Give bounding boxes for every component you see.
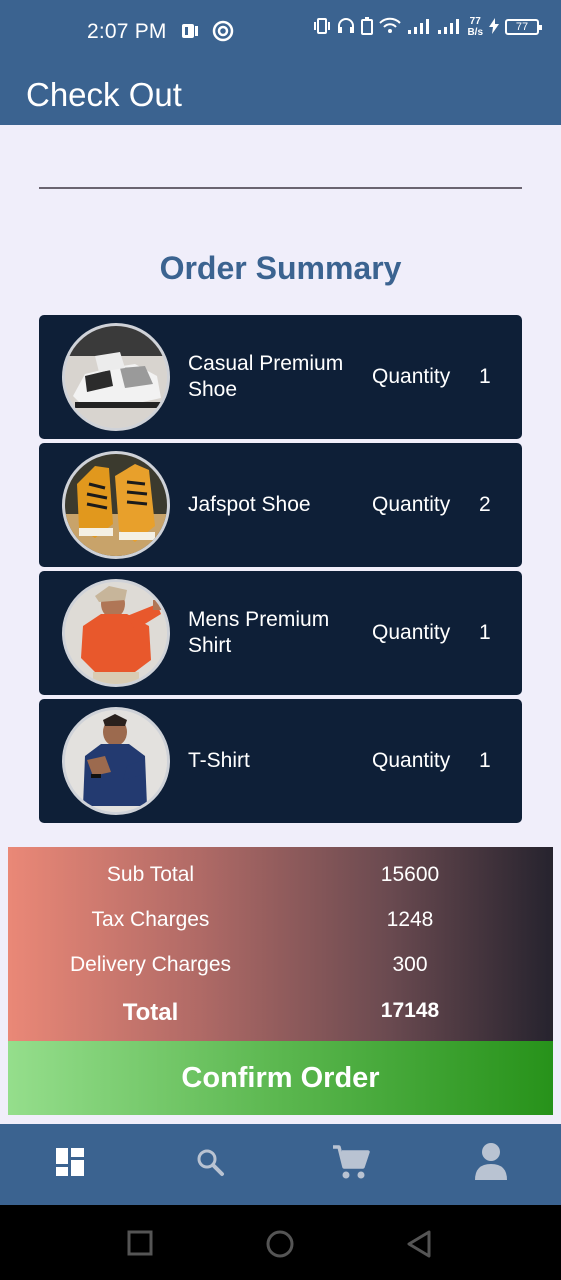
order-item[interactable]: T-Shirt Quantity 1	[39, 699, 522, 823]
navy-tshirt-image	[62, 707, 170, 815]
system-nav-bar	[0, 1205, 561, 1280]
recents-icon[interactable]	[126, 1229, 156, 1259]
charging-icon	[489, 17, 499, 37]
headphones-icon	[337, 17, 355, 38]
item-name: Mens Premium Shirt	[188, 608, 330, 657]
total-label: Total	[122, 999, 179, 1026]
total-value: 17148	[380, 999, 440, 1022]
delivery-row: Delivery Charges 300	[8, 953, 553, 993]
quantity-value: 1	[479, 621, 491, 644]
nav-profile[interactable]	[456, 1124, 526, 1205]
divider	[39, 187, 522, 189]
dashboard-icon	[55, 1147, 85, 1182]
subtotal-value: 15600	[380, 863, 440, 886]
tax-label: Tax Charges	[91, 908, 210, 931]
orange-shirt-image	[62, 579, 170, 687]
tax-row: Tax Charges 1248	[8, 908, 553, 948]
wifi-icon	[379, 17, 402, 38]
tax-value: 1248	[386, 908, 434, 931]
signal-2-icon	[437, 17, 461, 38]
status-bar: 2:07 PM 77 B/s 77	[0, 0, 561, 64]
total-row: Total 17148	[8, 999, 553, 1039]
shoe-sneaker-image	[62, 323, 170, 431]
quantity-label: Quantity	[372, 365, 451, 388]
nav-search[interactable]	[175, 1124, 245, 1205]
nav-dashboard[interactable]	[35, 1124, 105, 1205]
item-name: T-Shirt	[188, 749, 250, 772]
totals-panel: Sub Total 15600 Tax Charges 1248 Deliver…	[8, 847, 553, 1041]
home-icon[interactable]	[265, 1229, 295, 1259]
quantity-label: Quantity	[372, 493, 451, 516]
shoe-orange-image	[62, 451, 170, 559]
delivery-label: Delivery Charges	[69, 953, 232, 976]
vibrate-icon	[313, 17, 331, 38]
back-icon[interactable]	[405, 1229, 435, 1259]
subtotal-row: Sub Total 15600	[8, 863, 553, 903]
quantity-value: 1	[479, 365, 491, 388]
order-items-list: Casual Premium Shoe Quantity 1 Jafspot S…	[39, 315, 522, 827]
order-item[interactable]: Jafspot Shoe Quantity 2	[39, 443, 522, 567]
notification-icon	[180, 21, 200, 46]
profile-icon	[474, 1142, 508, 1187]
search-icon	[195, 1147, 225, 1182]
nav-cart[interactable]	[316, 1124, 386, 1205]
battery-indicator: 77	[505, 19, 542, 35]
battery-saver-icon	[361, 16, 374, 38]
order-item[interactable]: Casual Premium Shoe Quantity 1	[39, 315, 522, 439]
confirm-order-button[interactable]: Confirm Order	[8, 1041, 553, 1115]
item-name: Jafspot Shoe	[188, 493, 311, 516]
order-item[interactable]: Mens Premium Shirt Quantity 1	[39, 571, 522, 695]
page-title: Check Out	[26, 76, 182, 113]
delivery-value: 300	[392, 953, 428, 976]
cart-icon	[331, 1143, 371, 1186]
app-status-icon	[212, 20, 234, 47]
network-speed: 77 B/s	[467, 16, 483, 38]
quantity-value: 1	[479, 749, 491, 772]
quantity-label: Quantity	[372, 749, 451, 772]
order-summary-title: Order Summary	[159, 250, 402, 286]
bottom-nav	[0, 1124, 561, 1205]
quantity-label: Quantity	[372, 621, 451, 644]
status-time: 2:07 PM	[87, 20, 167, 43]
quantity-value: 2	[479, 493, 491, 516]
subtotal-label: Sub Total	[106, 863, 195, 886]
signal-icon	[407, 17, 431, 38]
app-bar: Check Out	[0, 64, 561, 125]
item-name: Casual Premium Shoe	[188, 352, 344, 401]
